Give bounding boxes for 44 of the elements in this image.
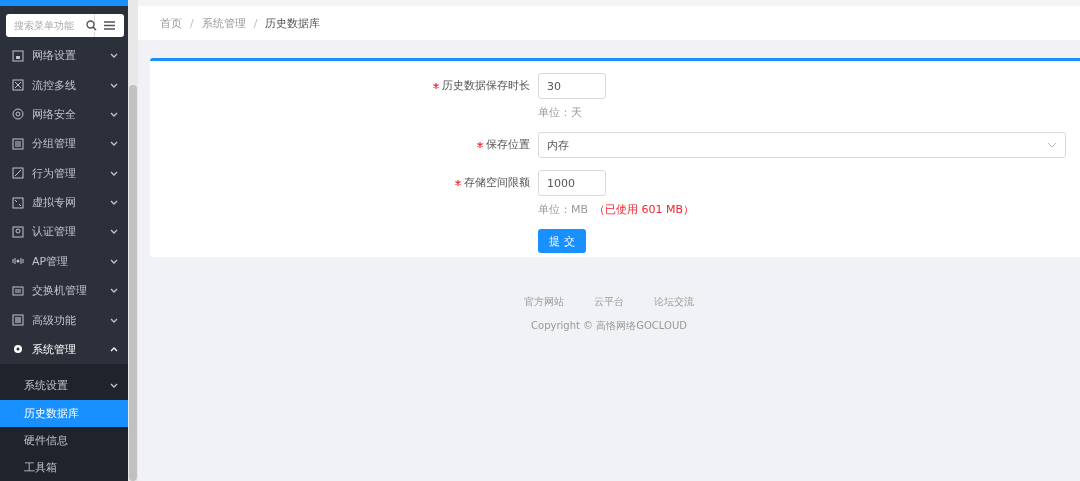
menu-icon <box>12 108 24 121</box>
field-label: 存储空间限额 <box>464 176 530 189</box>
menu-icon <box>12 167 24 180</box>
field-label: 历史数据保存时长 <box>442 79 530 92</box>
field-label: 保存位置 <box>486 138 530 151</box>
menu-button[interactable] <box>94 14 124 38</box>
usage-warning: （已使用 601 MB） <box>594 202 695 217</box>
menu-icon <box>104 21 115 31</box>
caret-icon <box>110 382 118 388</box>
sidebar-item[interactable]: AP管理 <box>0 246 128 276</box>
copyright-text: Copyright © 高恪网络GOCLOUD <box>531 319 687 333</box>
sidebar-item[interactable]: 行为管理 <box>0 158 128 188</box>
menu-icon <box>12 79 24 92</box>
menu-icon <box>12 314 24 326</box>
search-icon <box>86 20 97 31</box>
sidebar-item[interactable]: 虚拟专网 <box>0 187 128 218</box>
hint-text: 单位：天 <box>538 105 582 120</box>
sidebar-item[interactable]: 系统管理 <box>0 334 128 365</box>
hint-text: 单位：MB <box>538 202 589 217</box>
menu-icon <box>12 343 24 356</box>
menu-icon <box>12 225 24 238</box>
breadcrumb-separator: / <box>190 16 194 30</box>
sidebar-item[interactable]: 流控多线 <box>0 70 128 100</box>
sidebar-item[interactable]: 分组管理 <box>0 129 128 159</box>
sidebar-item[interactable]: 网络设置 <box>0 41 128 71</box>
input-field[interactable]: 30 <box>538 73 606 99</box>
select-field[interactable]: 内存 <box>538 132 1066 158</box>
breadcrumb-separator: / <box>253 16 258 30</box>
menu-icon <box>12 137 24 150</box>
sidebar-item[interactable]: 高级功能 <box>0 305 128 335</box>
breadcrumb-item: 历史数据库 <box>265 15 321 31</box>
sidebar-item[interactable]: 交换机管理 <box>0 275 128 306</box>
submenu-item[interactable]: 系统设置 <box>0 370 128 401</box>
sidebar-item[interactable]: 认证管理 <box>0 217 128 247</box>
menu-icon <box>12 49 24 62</box>
submenu-item[interactable]: 工具箱 <box>0 454 128 481</box>
search-field[interactable]: 搜索菜单功能 <box>6 14 94 38</box>
sidebar-item[interactable]: 网络安全 <box>0 99 128 130</box>
chevron-icon <box>1047 142 1057 148</box>
menu-icon <box>12 196 24 209</box>
scrollbar[interactable] <box>128 0 138 481</box>
input-field[interactable]: 1000 <box>538 170 606 196</box>
submenu-item[interactable]: 硬件信息 <box>0 427 128 455</box>
menu-icon <box>12 284 24 297</box>
